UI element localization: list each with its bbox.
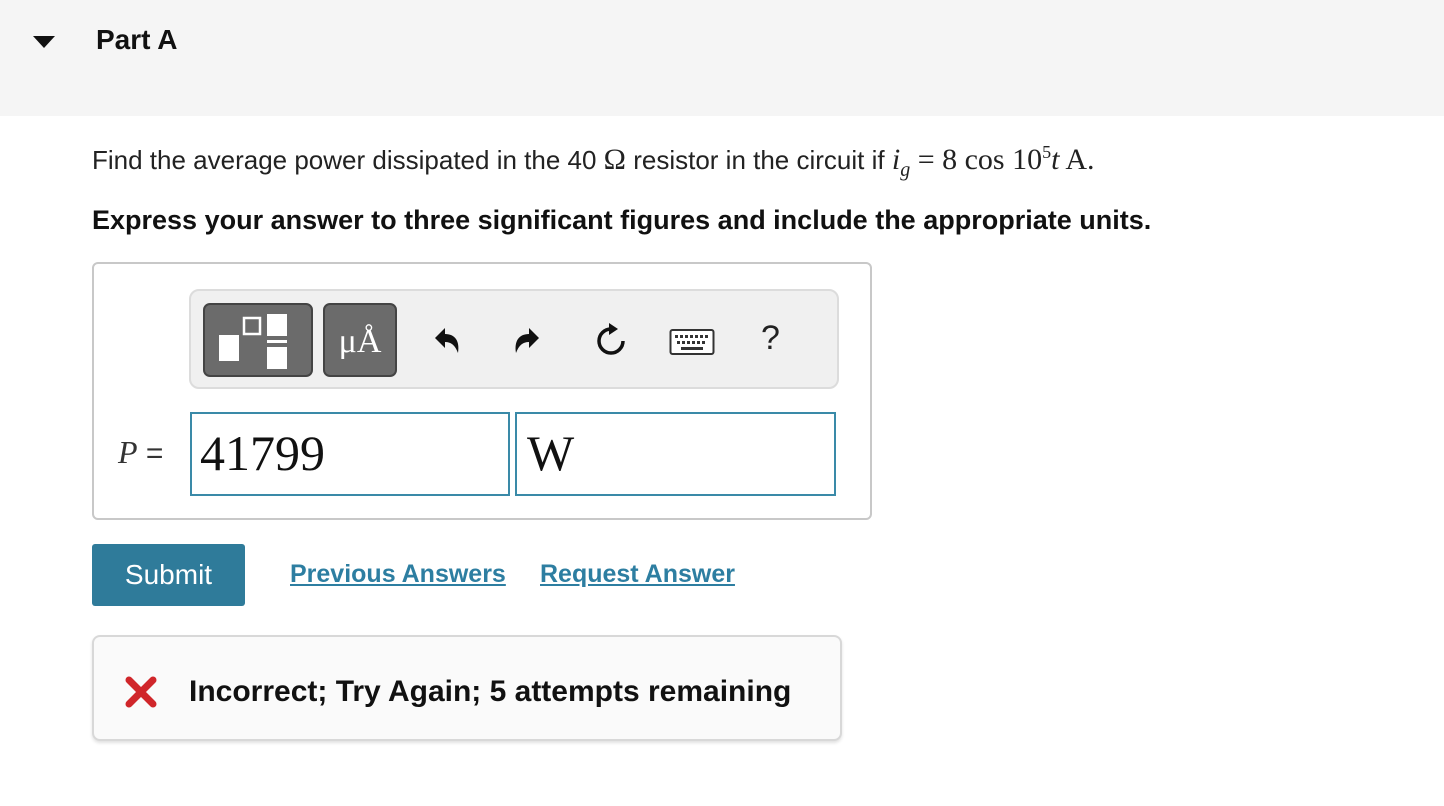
answer-variable: P — [118, 434, 138, 470]
answer-box: μÅ ? P = 41799 W — [92, 262, 872, 520]
submit-button[interactable]: Submit — [92, 544, 245, 606]
value-input[interactable]: 41799 — [190, 412, 510, 496]
question-prefix: Find the average power dissipated in the… — [92, 145, 597, 175]
answer-equals: = — [145, 437, 164, 470]
units-input[interactable]: W — [515, 412, 836, 496]
request-answer-link[interactable]: Request Answer — [540, 560, 735, 589]
feedback-message: Incorrect; Try Again; 5 attempts remaini… — [189, 675, 792, 708]
equals-sign: = — [917, 143, 935, 176]
question-text: Find the average power dissipated in the… — [92, 142, 1094, 182]
templates-icon — [219, 314, 287, 369]
collapse-caret-icon[interactable] — [33, 36, 55, 48]
part-title: Part A — [96, 24, 178, 55]
previous-answers-link[interactable]: Previous Answers — [290, 560, 506, 589]
current-subscript: g — [900, 159, 911, 181]
expression-lead: 8 cos 10 — [942, 143, 1043, 176]
redo-icon[interactable] — [509, 321, 549, 361]
feedback-box: Incorrect; Try Again; 5 attempts remaini… — [92, 635, 842, 741]
part-header[interactable]: Part A — [0, 0, 1444, 116]
answer-variable-label: P = — [118, 434, 163, 471]
expression-exponent: 5 — [1042, 142, 1052, 162]
reset-icon[interactable] — [591, 321, 631, 361]
units-button[interactable]: μÅ — [323, 303, 397, 377]
templates-button[interactable] — [203, 303, 313, 377]
instruction-text: Express your answer to three significant… — [92, 205, 1152, 235]
undo-icon[interactable] — [425, 321, 465, 361]
question-middle: resistor in the circuit if — [633, 145, 885, 175]
keyboard-icon[interactable] — [669, 327, 715, 357]
help-icon[interactable]: ? — [761, 319, 780, 358]
math-toolbar: μÅ ? — [189, 289, 839, 389]
error-x-icon — [125, 676, 157, 708]
expression-t: t — [1051, 143, 1060, 176]
units-icon: μÅ — [338, 323, 382, 360]
expression-unit: A. — [1065, 143, 1095, 176]
ohm-symbol: Ω — [603, 143, 626, 176]
current-variable: i — [891, 143, 901, 176]
current-expression: ig = 8 cos 105t A. — [891, 142, 1095, 181]
